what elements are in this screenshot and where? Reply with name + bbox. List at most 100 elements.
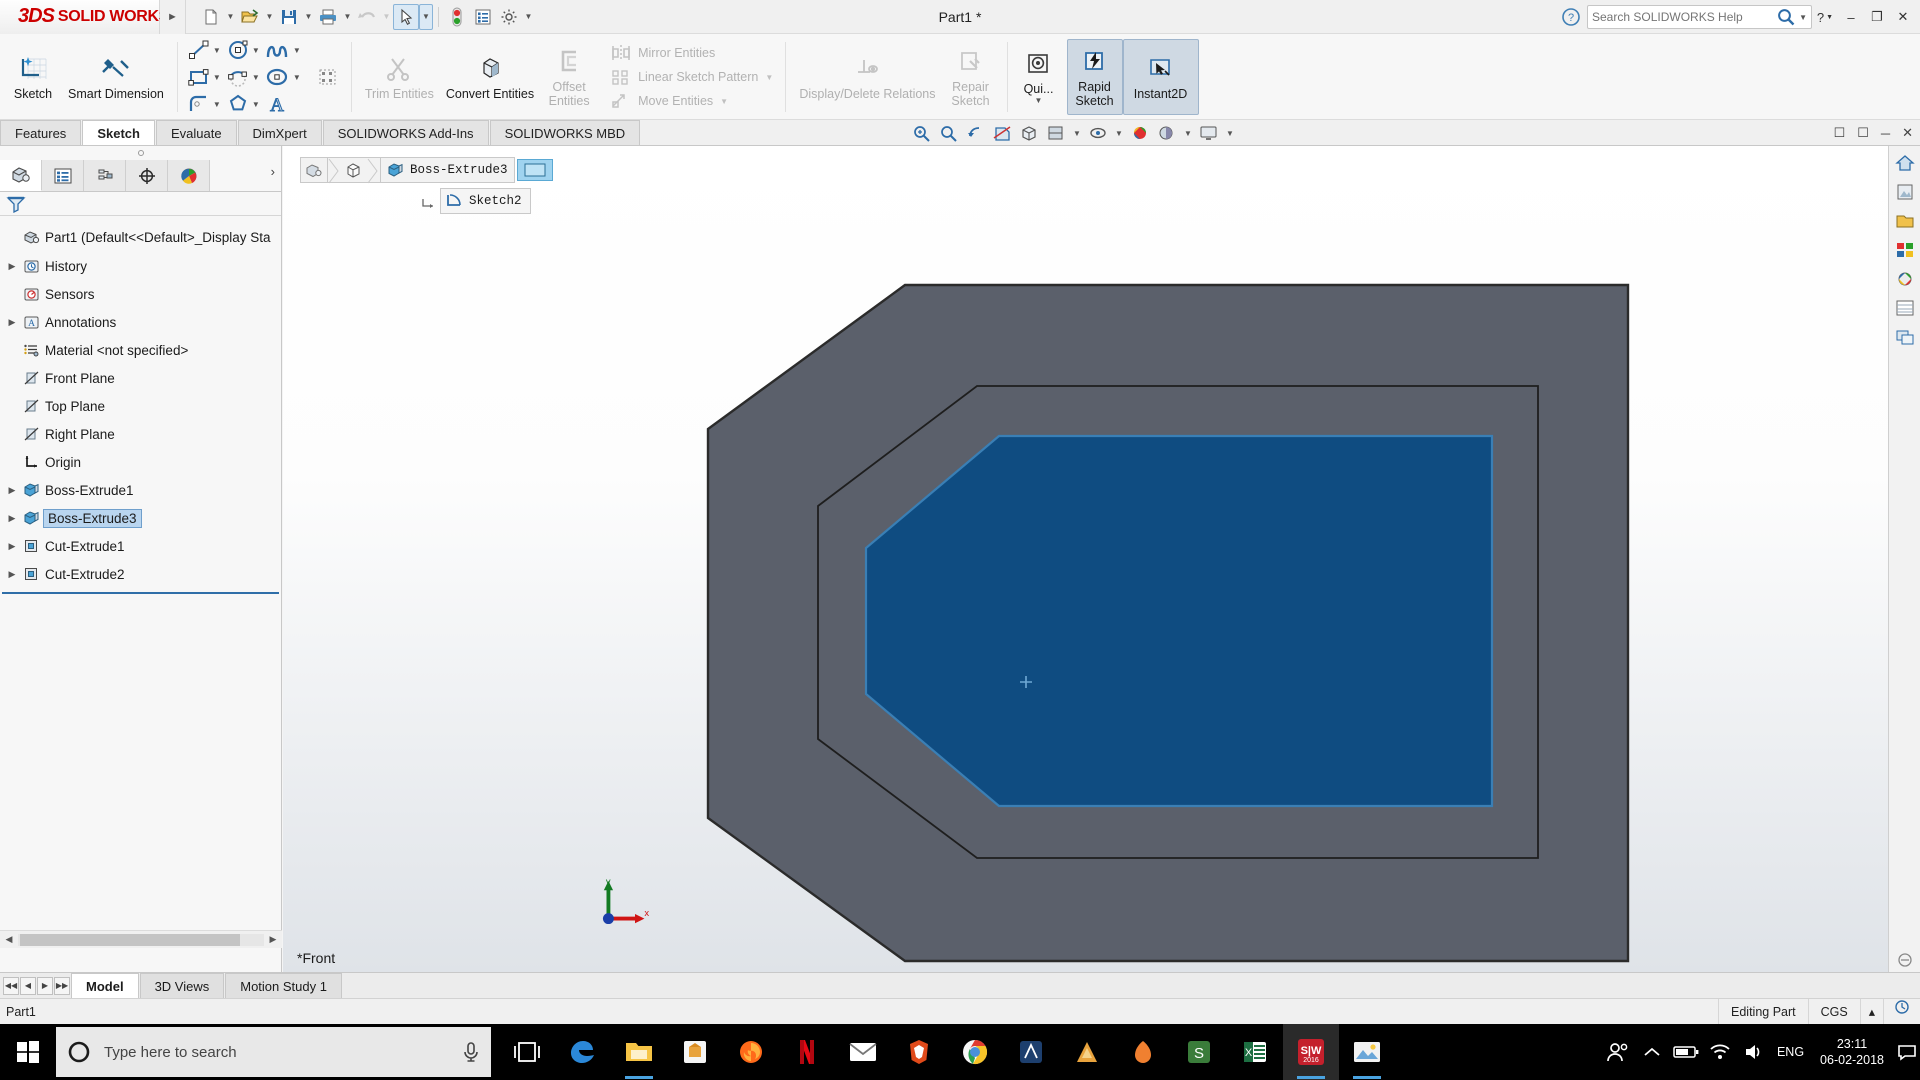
undo-caret-icon[interactable]: ▼ [380,4,393,30]
microsoft-store-icon[interactable] [667,1024,723,1080]
custom-views-icon[interactable] [1892,324,1918,350]
decals-icon[interactable] [1892,237,1918,263]
edit-appearance-icon[interactable] [1129,122,1151,144]
tree-item-part[interactable]: Part1 (Default<<Default>_Display Sta [0,222,281,252]
zoom-to-fit-icon[interactable] [910,122,932,144]
photos-icon[interactable] [1339,1024,1395,1080]
scroll-right-icon[interactable]: ▶ [264,934,282,945]
fillet-tool[interactable]: ▼ [185,93,224,115]
new-document-icon[interactable] [198,4,224,30]
tree-arrow[interactable]: ▶ [4,541,20,552]
nav-prev-icon[interactable]: ◀ [20,976,36,995]
search-input[interactable] [1592,10,1777,24]
status-units-caret-icon[interactable]: ▴ [1859,999,1883,1025]
ansys-icon[interactable] [1059,1024,1115,1080]
offset-entities-button[interactable]: Offset Entities [540,36,598,118]
tree-arrow[interactable]: ▶ [4,513,20,524]
print-icon[interactable] [315,4,341,30]
zoom-to-area-icon[interactable] [937,122,959,144]
apply-scene-icon[interactable] [1156,122,1178,144]
section-view-icon[interactable] [991,122,1013,144]
brave-icon[interactable] [891,1024,947,1080]
nav-last-icon[interactable]: ▶▶ [54,976,70,995]
tab-sketch[interactable]: Sketch [82,120,155,145]
restore-down-icon[interactable]: ☐ [1831,125,1849,141]
help-menu-button[interactable]: ? ▼ [1812,3,1838,31]
open-document-icon[interactable] [237,4,263,30]
clock[interactable]: 23:11 06-02-2018 [1810,1036,1894,1068]
linear-sketch-pattern-item[interactable]: Linear Sketch Pattern ▼ [610,66,774,88]
linear-pattern-caret-icon[interactable]: ▼ [764,73,774,82]
tree-item-cut-extrude2[interactable]: ▶ Cut-Extrude2 [0,560,281,588]
view-settings-icon[interactable] [1198,122,1220,144]
smart-dimension-button[interactable]: Smart Dimension [62,36,170,118]
netflix-icon[interactable] [779,1024,835,1080]
tree-item-front-plane[interactable]: Front Plane [0,364,281,392]
autocad-icon[interactable] [1003,1024,1059,1080]
settings-gear-icon[interactable] [496,4,522,30]
scroll-left-icon[interactable]: ◀ [0,934,18,945]
rail-collapse-icon[interactable] [1896,952,1914,968]
bottom-tab-3d-views[interactable]: 3D Views [139,973,225,998]
arc-tool-caret-icon[interactable]: ▼ [251,73,261,82]
open-document-caret-icon[interactable]: ▼ [263,4,276,30]
settings-caret-icon[interactable]: ▼ [522,4,535,30]
app-orange-icon[interactable] [1115,1024,1171,1080]
convert-entities-button[interactable]: Convert Entities [440,36,540,118]
polygon-tool-caret-icon[interactable]: ▼ [251,100,261,109]
minimize-button[interactable]: – [1838,3,1864,31]
task-view-icon[interactable] [499,1024,555,1080]
display-style-icon[interactable] [1045,122,1067,144]
rollback-bar[interactable] [2,592,279,594]
status-units[interactable]: CGS [1807,999,1860,1025]
language-indicator[interactable]: ENG [1771,1024,1810,1080]
tree-item-material[interactable]: Material <not specified> [0,336,281,364]
tree-arrow[interactable]: ▶ [4,261,20,272]
trim-entities-button[interactable]: Trim Entities [359,36,440,118]
start-button[interactable] [0,1024,56,1080]
tab-solidworks-mbd[interactable]: SOLIDWORKS MBD [489,120,641,145]
previous-view-icon[interactable] [964,122,986,144]
tree-item-annotations[interactable]: ▶ A Annotations [0,308,281,336]
options-list-icon[interactable] [470,4,496,30]
tab-solidworks-addins[interactable]: SOLIDWORKS Add-Ins [322,120,489,145]
solidworks-icon[interactable]: S|W 2016 [1283,1024,1339,1080]
quick-snaps-button[interactable]: Qui... ▼ [1015,36,1063,118]
spline-tool[interactable]: ▼ [263,39,304,61]
wifi-icon[interactable] [1703,1024,1737,1080]
display-style-caret-icon[interactable]: ▼ [1072,129,1082,138]
select-cursor-icon[interactable] [393,3,419,30]
view-orientation-icon[interactable] [1018,122,1040,144]
display-manager-tab[interactable] [168,160,210,191]
maximize-button[interactable]: ❐ [1864,3,1890,31]
rectangle-tool[interactable]: ▼ [185,66,224,88]
scenes-icon[interactable] [1892,208,1918,234]
sketch-pattern-tool[interactable] [316,66,340,88]
minimize-view-icon[interactable]: ─ [1878,126,1893,141]
lights-cameras-icon[interactable] [1892,266,1918,292]
rapid-sketch-button[interactable]: Rapid Sketch [1066,39,1123,115]
tree-item-history[interactable]: ▶ History [0,252,281,280]
search-caret-icon[interactable]: ▼ [1799,13,1807,22]
dimxpert-manager-tab[interactable] [126,160,168,191]
volume-icon[interactable] [1737,1024,1771,1080]
move-entities-item[interactable]: Move Entities ▼ [610,90,774,112]
line-tool[interactable]: ▼ [185,39,224,61]
view-home-icon[interactable] [1892,150,1918,176]
apply-scene-caret-icon[interactable]: ▼ [1183,129,1193,138]
model-geometry[interactable] [283,146,1888,972]
text-tool[interactable]: A [263,93,304,115]
select-caret-icon[interactable]: ▼ [419,3,433,30]
file-explorer-icon[interactable] [611,1024,667,1080]
bottom-tab-motion-study[interactable]: Motion Study 1 [225,973,342,998]
tree-item-boss-extrude3[interactable]: ▶ Boss-Extrude3 [0,504,281,532]
show-hidden-icons-icon[interactable] [1635,1024,1669,1080]
tab-features[interactable]: Features [0,120,82,145]
undo-icon[interactable] [354,4,380,30]
graphics-viewport[interactable]: Boss-Extrude3 Sketch2 y x *Front [283,146,1888,972]
tree-item-cut-extrude1[interactable]: ▶ Cut-Extrude1 [0,532,281,560]
chrome-icon[interactable] [947,1024,1003,1080]
display-delete-relations-button[interactable]: Display/Delete Relations [793,36,941,118]
excel-icon[interactable]: X [1227,1024,1283,1080]
instant2d-button[interactable]: Instant2D [1122,39,1199,115]
